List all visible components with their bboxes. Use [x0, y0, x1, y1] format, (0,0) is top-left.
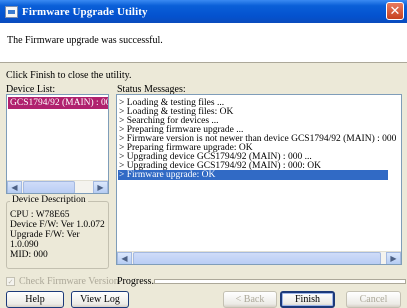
check-firmware-label: Check Firmware Version — [19, 276, 119, 287]
close-button[interactable]: ✕ — [386, 2, 404, 20]
desc-upgrade-fw-version: 1.0.090 — [10, 240, 39, 250]
status-messages-list[interactable]: > Loading & testing files ... > Loading … — [116, 94, 402, 265]
progress-bar — [154, 279, 406, 284]
scroll-thumb[interactable] — [133, 252, 381, 264]
status-line-selected[interactable]: > Firmware upgrade: OK — [118, 170, 388, 180]
progress-label: Progress... — [117, 276, 159, 287]
device-description-title: Device Description — [10, 195, 88, 205]
cancel-button[interactable]: Cancel — [346, 291, 401, 308]
check-firmware-version[interactable]: ✓ Check Firmware Version — [6, 276, 119, 287]
device-description-group: Device Description CPU : W78E65 Device F… — [6, 195, 109, 269]
scroll-left-button[interactable]: ◀ — [7, 181, 22, 193]
finish-button[interactable]: Finish — [280, 291, 335, 308]
app-icon — [5, 5, 18, 18]
scroll-right-button[interactable]: ▶ — [386, 252, 401, 264]
desc-device-fw: Device F/W: Ver 1.0.072 — [10, 220, 105, 230]
desc-cpu: CPU : W78E65 — [10, 210, 70, 220]
device-list-item[interactable]: GCS1794/92 (MAIN) : 000 — [8, 97, 108, 109]
desc-upgrade-fw: Upgrade F/W: Ver — [10, 230, 80, 240]
view-log-button[interactable]: View Log — [71, 291, 129, 308]
title-bar: Firmware Upgrade Utility ✕ — [0, 0, 407, 23]
scroll-left-button[interactable]: ◀ — [117, 252, 132, 264]
header-panel: The Firmware upgrade was successful. — [0, 23, 407, 63]
device-list-hscrollbar[interactable]: ◀ ▶ — [7, 180, 108, 193]
help-button[interactable]: Help — [6, 291, 64, 308]
scroll-right-button[interactable]: ▶ — [93, 181, 108, 193]
finish-hint: Click Finish to close the utility. — [6, 70, 132, 81]
desc-mid: MID: 000 — [10, 250, 48, 260]
success-message: The Firmware upgrade was successful. — [7, 35, 163, 46]
window-title: Firmware Upgrade Utility — [22, 5, 148, 18]
device-list[interactable]: GCS1794/92 (MAIN) : 000 ◀ ▶ — [6, 94, 109, 194]
scroll-thumb[interactable] — [23, 181, 75, 193]
status-hscrollbar[interactable]: ◀ ▶ — [117, 251, 401, 264]
back-button[interactable]: < Back — [223, 291, 277, 308]
check-firmware-checkbox[interactable]: ✓ — [6, 277, 15, 286]
